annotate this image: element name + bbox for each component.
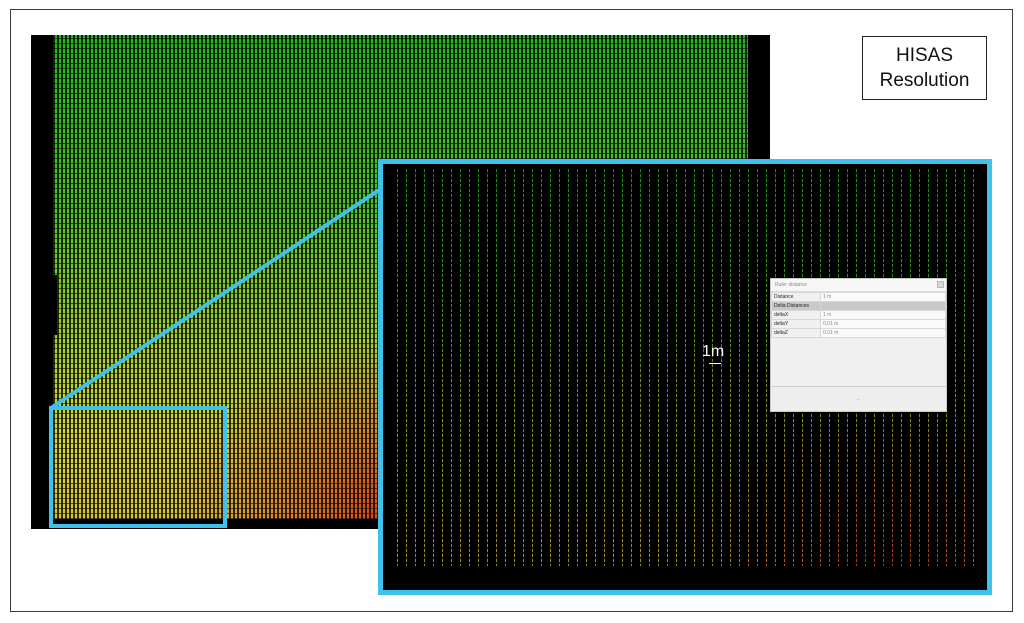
table-row: deltaY 0.01 m xyxy=(771,319,946,329)
scale-tick xyxy=(709,363,721,364)
caption-box: HISAS Resolution xyxy=(862,36,987,100)
caption-line-1: HISAS xyxy=(895,45,954,66)
scan-gap xyxy=(51,275,57,335)
close-icon[interactable] xyxy=(937,281,944,288)
row-value xyxy=(820,301,946,311)
table-row: deltaX 1 m xyxy=(771,310,946,320)
row-value: 0.01 m xyxy=(820,328,946,338)
zoom-region-highlight xyxy=(49,406,227,528)
ruler-panel-title-text: Ruler distance xyxy=(775,282,807,288)
table-row: deltaZ 0.01 m xyxy=(771,328,946,338)
row-key: Delta Distances xyxy=(771,301,821,311)
table-row: Distance 1 m xyxy=(771,292,946,302)
ruler-panel-footer: ... xyxy=(771,386,946,411)
row-value: 1 m xyxy=(820,292,946,302)
row-key: Distance xyxy=(771,292,821,302)
row-key: deltaY xyxy=(771,319,821,329)
ruler-panel-title: Ruler distance xyxy=(771,279,946,292)
row-key: deltaZ xyxy=(771,328,821,338)
row-key: deltaX xyxy=(771,310,821,320)
table-row: Delta Distances xyxy=(771,301,946,311)
row-value: 0.01 m xyxy=(820,319,946,329)
ruler-distance-panel[interactable]: Ruler distance Distance 1 m Delta Distan… xyxy=(770,278,947,412)
caption-line-2: Resolution xyxy=(879,70,970,91)
zoom-empty-area xyxy=(383,566,987,590)
row-value: 1 m xyxy=(820,310,946,320)
ruler-table: Distance 1 m Delta Distances deltaX 1 m … xyxy=(771,292,946,338)
scale-label: 1m xyxy=(702,343,725,360)
